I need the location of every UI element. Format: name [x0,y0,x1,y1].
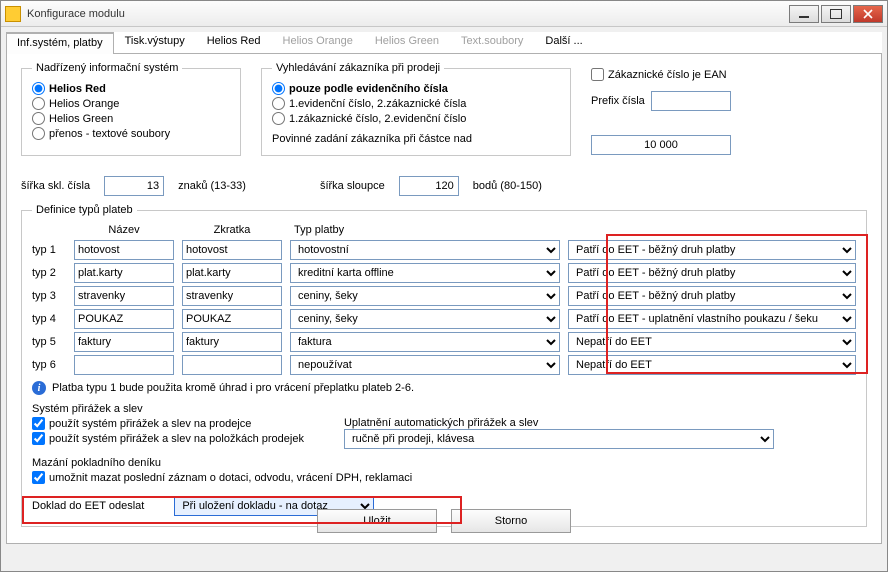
typ1-label: typ 1 [32,244,66,256]
info-icon: i [32,381,46,395]
window-title: Konfigurace modulu [27,8,789,20]
col-width-label: šířka sloupce [320,180,385,192]
group-customer-search: Vyhledávání zákazníka při prodeji pouze … [261,62,571,156]
radio-prenos[interactable]: přenos - textové soubory [32,127,230,140]
radio-helios-red[interactable]: Helios Red [32,82,230,95]
close-button[interactable] [853,5,883,23]
cancel-button[interactable]: Storno [451,509,571,533]
typ4-typ[interactable]: ceniny, šeky [290,309,560,329]
radio-helios-orange[interactable]: Helios Orange [32,97,230,110]
typ1-nazev[interactable] [74,240,174,260]
typ6-label: typ 6 [32,359,66,371]
radio-helios-green[interactable]: Helios Green [32,112,230,125]
typ5-typ[interactable]: faktura [290,332,560,352]
typ3-zkr[interactable] [182,286,282,306]
typ6-typ[interactable]: nepoužívat [290,355,560,375]
typ5-zkr[interactable] [182,332,282,352]
typ4-eet[interactable]: Patří do EET - uplatnění vlastního pouka… [568,309,856,329]
hdr-typ: Typ platby [290,224,560,236]
journal-title: Mazání pokladního deníku [32,457,856,469]
typ4-zkr[interactable] [182,309,282,329]
typ2-eet[interactable]: Patří do EET - běžný druh platby [568,263,856,283]
hdr-zkr: Zkratka [182,224,282,236]
skl-width-suffix: znaků (13-33) [178,180,246,192]
surcharge-auto-select[interactable]: ručně při prodeji, klávesa [344,429,774,449]
group-payments: Definice typů plateb Název Zkratka Typ p… [21,204,867,527]
radio-search-opt1[interactable]: pouze podle evidenčního čísla [272,82,560,95]
tab-tisk[interactable]: Tisk.výstupy [114,31,196,53]
typ4-label: typ 4 [32,313,66,325]
typ2-nazev[interactable] [74,263,174,283]
skl-width-label: šířka skl. čísla [21,180,90,192]
typ6-nazev[interactable] [74,355,174,375]
typ6-zkr[interactable] [182,355,282,375]
maximize-button[interactable] [821,5,851,23]
save-button[interactable]: Uložit [317,509,437,533]
group-supervisor-system: Nadřízený informační systém Helios Red H… [21,62,241,156]
typ3-typ[interactable]: ceniny, šeky [290,286,560,306]
minimize-button[interactable] [789,5,819,23]
typ5-eet[interactable]: Nepatří do EET [568,332,856,352]
tab-text-soubory[interactable]: Text.soubory [450,31,534,53]
typ1-typ[interactable]: hotovostní [290,240,560,260]
prefix-label: Prefix čísla [591,95,645,107]
check-ean[interactable]: Zákaznické číslo je EAN [591,68,867,81]
mandatory-customer-label: Povinné zadání zákazníka při částce nad [272,133,560,145]
typ1-eet[interactable]: Patří do EET - běžný druh platby [568,240,856,260]
typ3-label: typ 3 [32,290,66,302]
typ1-zkr[interactable] [182,240,282,260]
typ5-label: typ 5 [32,336,66,348]
typ2-typ[interactable]: kreditní karta offline [290,263,560,283]
surcharge-title: Systém přirážek a slev [32,403,856,415]
typ2-label: typ 2 [32,267,66,279]
typ4-nazev[interactable] [74,309,174,329]
typ3-nazev[interactable] [74,286,174,306]
surcharge-auto-label: Uplatnění automatických přirážek a slev [344,417,856,429]
check-surcharge-items[interactable]: použít systém přirážek a slev na položká… [32,432,304,445]
col-width-suffix: bodů (80-150) [473,180,542,192]
radio-search-opt3[interactable]: 1.zákaznické číslo, 2.evidenční číslo [272,112,560,125]
skl-width-input[interactable] [104,176,164,196]
customer-search-legend: Vyhledávání zákazníka při prodeji [272,62,444,74]
check-surcharge-seller[interactable]: použít systém přirážek a slev na prodejc… [32,417,304,430]
mandatory-amount-input[interactable] [591,135,731,155]
radio-search-opt2[interactable]: 1.evidenční číslo, 2.zákaznické čísla [272,97,560,110]
tab-strip: Inf.systém, platby Tisk.výstupy Helios R… [6,32,882,54]
prefix-input[interactable] [651,91,731,111]
check-journal[interactable]: umožnit mazat poslední záznam o dotaci, … [32,471,856,484]
tab-dalsi[interactable]: Další ... [534,31,593,53]
typ5-nazev[interactable] [74,332,174,352]
col-width-input[interactable] [399,176,459,196]
tab-helios-green[interactable]: Helios Green [364,31,450,53]
typ6-eet[interactable]: Nepatří do EET [568,355,856,375]
tab-helios-red[interactable]: Helios Red [196,31,272,53]
hdr-nazev: Název [74,224,174,236]
app-icon [5,6,21,22]
close-icon [863,9,873,19]
typ3-eet[interactable]: Patří do EET - běžný druh platby [568,286,856,306]
typ2-zkr[interactable] [182,263,282,283]
payments-note: Platba typu 1 bude použita kromě úhrad i… [52,382,414,394]
tab-inf-system[interactable]: Inf.systém, platby [6,32,114,54]
tab-helios-orange[interactable]: Helios Orange [272,31,364,53]
payments-legend: Definice typů plateb [32,204,137,216]
supervisor-legend: Nadřízený informační systém [32,62,182,74]
